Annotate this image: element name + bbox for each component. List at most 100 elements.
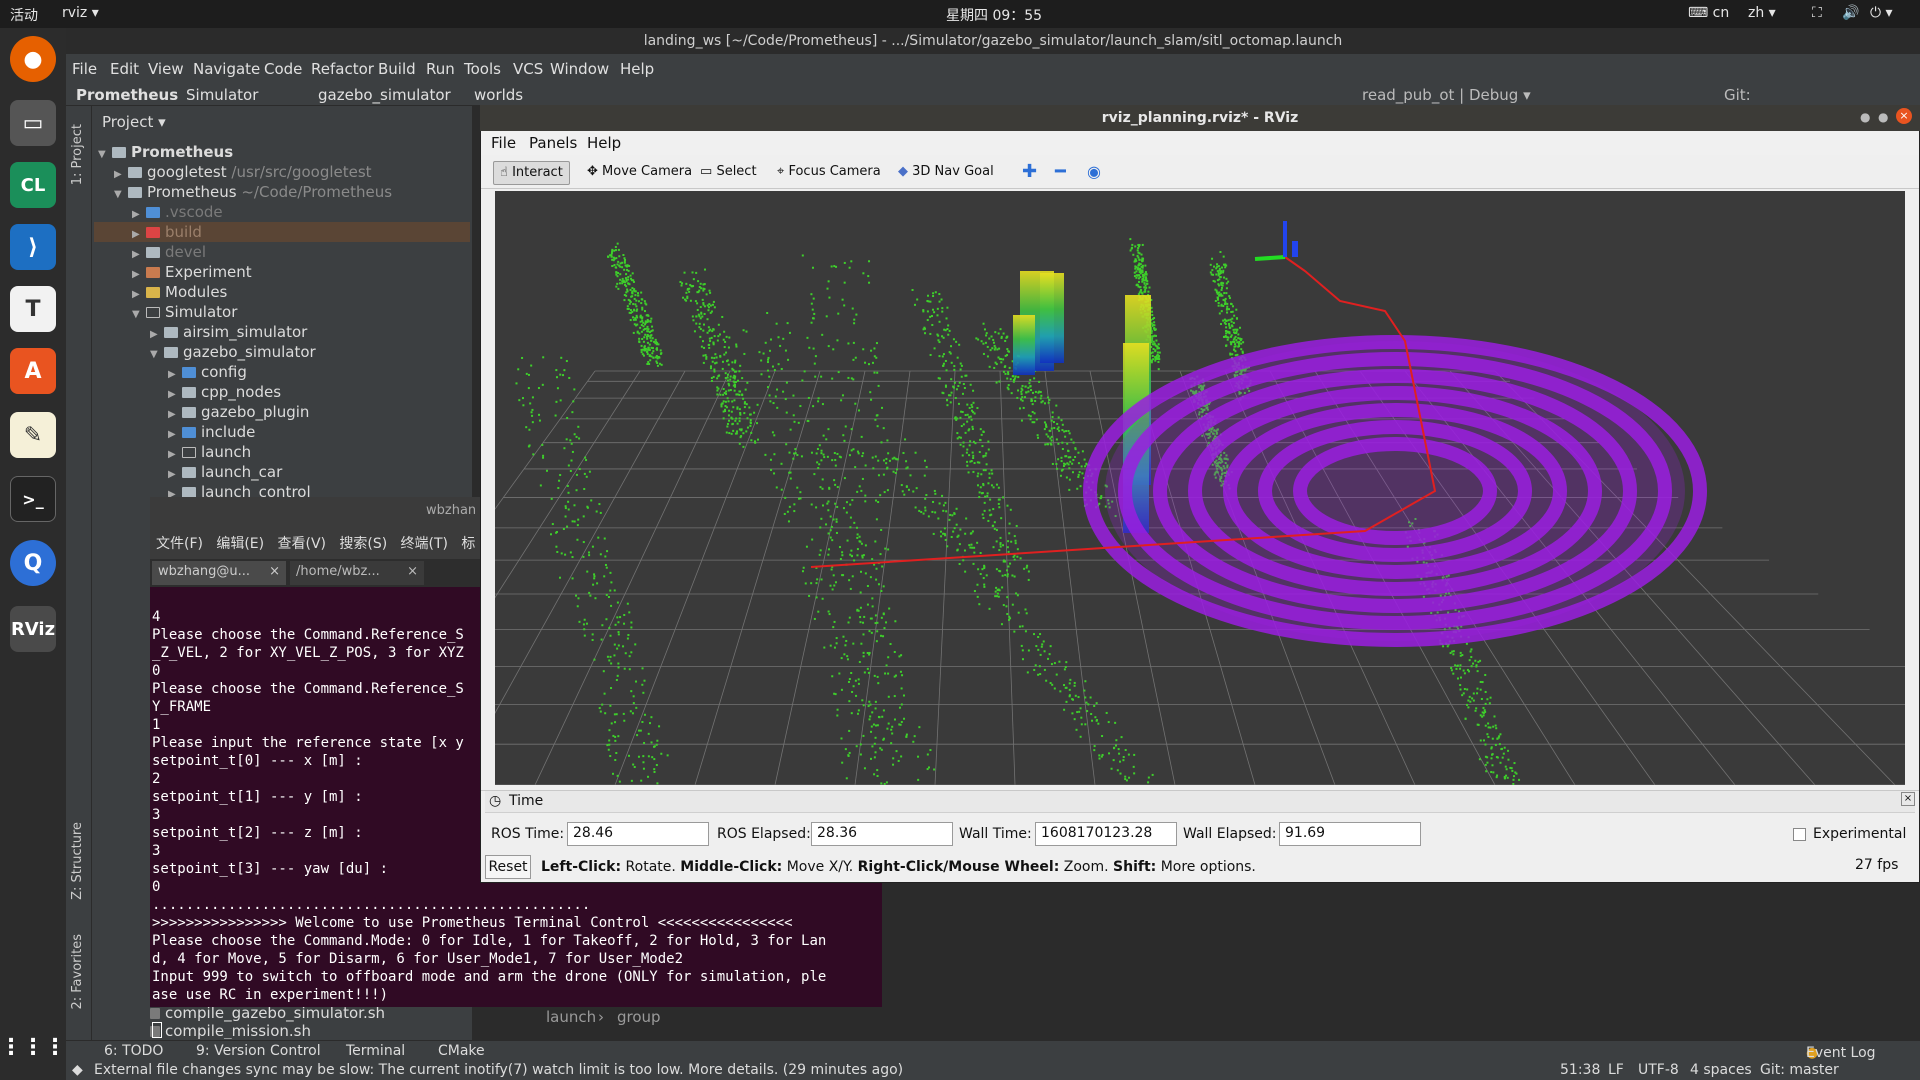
menu-help[interactable]: Help [620, 60, 654, 78]
breadcrumb-simulator[interactable]: Simulator [186, 86, 258, 104]
activities-button[interactable]: 活动 [10, 5, 38, 25]
tree-item[interactable]: ▼ Simulator [132, 302, 237, 322]
tree-item[interactable]: ▶ cpp_nodes [168, 382, 281, 402]
tree-item[interactable]: ▶ gazebo_plugin [168, 402, 309, 422]
breadcrumb-worlds[interactable]: worlds [474, 86, 523, 104]
term-menu-edit[interactable]: 编辑(E) [216, 536, 264, 552]
menu-refactor[interactable]: Refactor [311, 60, 374, 78]
tree-item-selected[interactable]: ▶ build [94, 222, 470, 242]
window-close-icon[interactable]: × [1896, 108, 1912, 124]
breadcrumb-root[interactable]: Prometheus [76, 86, 178, 104]
tree-item[interactable]: ▶ config [168, 362, 247, 382]
version-control-tab[interactable]: 9: Version Control [196, 1043, 321, 1059]
add-tool-icon[interactable]: ✚ [1016, 161, 1043, 185]
menu-run[interactable]: Run [426, 60, 455, 78]
rviz-3d-view[interactable] [495, 191, 1905, 785]
rviz-menu-file[interactable]: File [491, 134, 516, 152]
close-icon[interactable]: × [269, 564, 280, 579]
menu-code[interactable]: Code [264, 60, 302, 78]
rviz-menu-help[interactable]: Help [587, 134, 621, 152]
terminal-tab-1[interactable]: wbzhang@u... × [152, 561, 286, 585]
panel-close-icon[interactable]: × [1901, 792, 1915, 806]
window-maximize-icon[interactable]: ● [1878, 110, 1888, 124]
hand-icon: ☝ [500, 165, 508, 180]
firefox-icon[interactable]: ● [10, 36, 56, 82]
clion-icon[interactable]: CL [10, 162, 56, 208]
project-tool-tab[interactable]: 1: Project [70, 124, 85, 185]
caret-position[interactable]: 51:38 [1560, 1062, 1600, 1078]
term-menu-search[interactable]: 搜索(S) [339, 536, 387, 552]
view-options-icon[interactable]: ◉ [1081, 161, 1107, 185]
menu-build[interactable]: Build [378, 60, 416, 78]
tree-item[interactable]: ▼ gazebo_simulator [150, 342, 316, 362]
line-separator[interactable]: LF [1608, 1062, 1624, 1078]
term-menu-terminal[interactable]: 终端(T) [401, 536, 448, 552]
wall-time-field[interactable]: 1608170123.28 [1035, 822, 1177, 846]
menu-tools[interactable]: Tools [464, 60, 501, 78]
typora-icon[interactable]: T [10, 286, 56, 332]
file-encoding[interactable]: UTF-8 [1638, 1062, 1679, 1078]
close-icon[interactable]: × [407, 564, 418, 579]
tree-item[interactable]: ▶ .vscode [132, 202, 223, 222]
network-icon[interactable]: ⛶ [1812, 5, 1822, 21]
experimental-checkbox[interactable] [1793, 828, 1806, 841]
term-menu-view[interactable]: 查看(V) [277, 536, 326, 552]
menu-window[interactable]: Window [550, 60, 609, 78]
ime-indicator[interactable]: ⌨ cn [1688, 5, 1729, 21]
indent-setting[interactable]: 4 spaces [1690, 1062, 1752, 1078]
term-menu-file[interactable]: 文件(F) [156, 536, 203, 552]
menu-vcs[interactable]: VCS [513, 60, 543, 78]
menu-file[interactable]: File [72, 60, 97, 78]
focus-camera-tool[interactable]: ⌖ Focus Camera [771, 161, 887, 185]
favorites-tool-tab[interactable]: 2: Favorites [70, 934, 85, 1010]
files-icon[interactable]: ▭ [10, 100, 56, 146]
status-message[interactable]: External file changes sync may be slow: … [94, 1062, 903, 1078]
menu-edit[interactable]: Edit [110, 60, 139, 78]
show-apps-icon[interactable]: ⋮⋮⋮ [0, 1024, 66, 1070]
terminal-tab[interactable]: Terminal [346, 1043, 405, 1059]
text-editor-icon[interactable]: ✎ [10, 412, 56, 458]
power-icon[interactable]: ⏻ ▾ [1870, 5, 1893, 21]
tree-item[interactable]: ▶ airsim_simulator [150, 322, 307, 342]
tree-item[interactable]: ▶ launch [168, 442, 251, 462]
tree-item[interactable]: ▶ launch_car [168, 462, 282, 482]
term-menu-tabs[interactable]: 标 [461, 536, 475, 552]
menu-view[interactable]: View [148, 60, 184, 78]
cmake-tab[interactable]: CMake [438, 1043, 485, 1059]
qgroundcontrol-icon[interactable]: Q [10, 540, 56, 586]
ros-elapsed-field[interactable]: 28.36 [811, 822, 953, 846]
reset-button[interactable]: Reset [485, 855, 531, 879]
clock[interactable]: 星期四 09：55 [946, 5, 1042, 25]
app-menu[interactable]: rviz ▾ [62, 5, 99, 21]
tree-item-root[interactable]: ▼ Prometheus [98, 142, 233, 162]
breadcrumb-gazebo[interactable]: gazebo_simulator [318, 86, 451, 104]
git-branch[interactable]: Git: master [1760, 1062, 1839, 1078]
rviz-menu-panels[interactable]: Panels [529, 134, 577, 152]
remove-tool-icon[interactable]: ━ [1049, 161, 1072, 185]
project-view-selector[interactable]: Project ▾ [102, 112, 166, 132]
ros-time-field[interactable]: 28.46 [567, 822, 709, 846]
nav-goal-tool[interactable]: ◆ 3D Nav Goal [892, 161, 1000, 185]
move-camera-tool[interactable]: ✥ Move Camera [581, 161, 698, 185]
tree-item[interactable]: ▼ Prometheus ~/Code/Prometheus [114, 182, 392, 202]
run-config-selector[interactable]: read_pub_ot | Debug ▾ [1362, 86, 1531, 104]
tree-item[interactable]: ▶ Modules [132, 282, 227, 302]
todo-tab[interactable]: 6: TODO [104, 1043, 163, 1059]
window-minimize-icon[interactable]: ● [1860, 110, 1870, 124]
tree-item[interactable]: ▶ devel [132, 242, 206, 262]
terminal-icon[interactable]: >_ [10, 476, 56, 522]
software-center-icon[interactable]: A [10, 348, 56, 394]
select-tool[interactable]: ▭ Select [694, 161, 763, 185]
volume-icon[interactable]: 🔊 [1842, 5, 1859, 21]
rviz-icon[interactable]: RViz [10, 606, 56, 652]
lang-indicator[interactable]: zh ▾ [1748, 5, 1776, 21]
interact-tool[interactable]: ☝ Interact [493, 161, 570, 185]
tree-item[interactable]: ▶ include [168, 422, 255, 442]
menu-navigate[interactable]: Navigate [193, 60, 260, 78]
wall-elapsed-field[interactable]: 91.69 [1279, 822, 1421, 846]
vscode-icon[interactable]: ⟩ [10, 224, 56, 270]
structure-tool-tab[interactable]: Z: Structure [70, 822, 85, 900]
tree-item[interactable]: ▶ Experiment [132, 262, 252, 282]
tree-item[interactable]: ▶ googletest /usr/src/googletest [114, 162, 372, 182]
terminal-tab-2[interactable]: /home/wbz... × [290, 561, 424, 585]
